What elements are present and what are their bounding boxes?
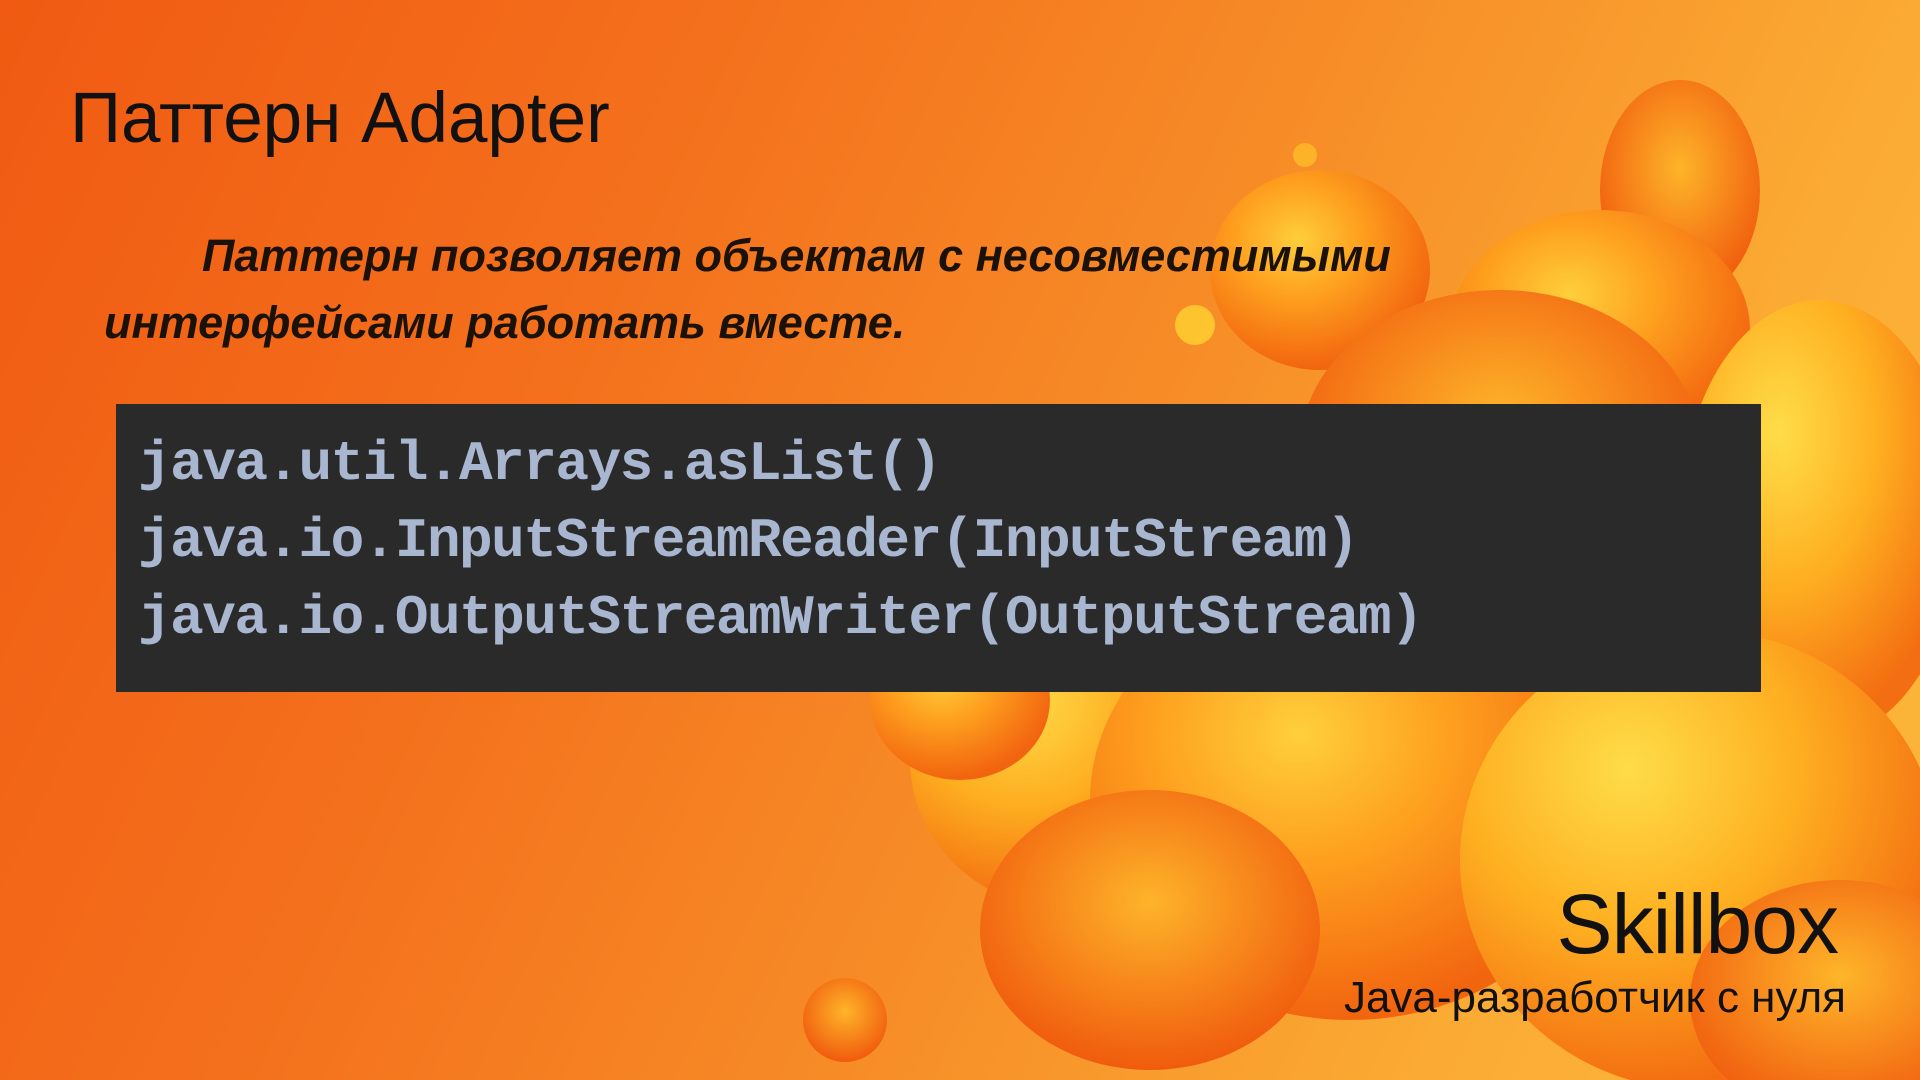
code-line: java.io.InputStreamReader(InputStream) xyxy=(138,509,1360,573)
code-line: java.util.Arrays.asList() xyxy=(138,432,942,496)
course-name: Java-разработчик с нуля xyxy=(1343,973,1846,1022)
code-line: java.io.OutputStreamWriter(OutputStream) xyxy=(138,586,1424,650)
brand-logo-text: Skillbox xyxy=(1556,877,1839,971)
slide: Паттерн Adapter Паттерн позволяет объект… xyxy=(0,0,1920,1080)
lead-text: Паттерн позволяет объектам с несовместим… xyxy=(104,230,1391,348)
code-block: java.util.Arrays.asList() java.io.InputS… xyxy=(116,404,1761,692)
slide-title: Паттерн Adapter xyxy=(70,79,610,158)
